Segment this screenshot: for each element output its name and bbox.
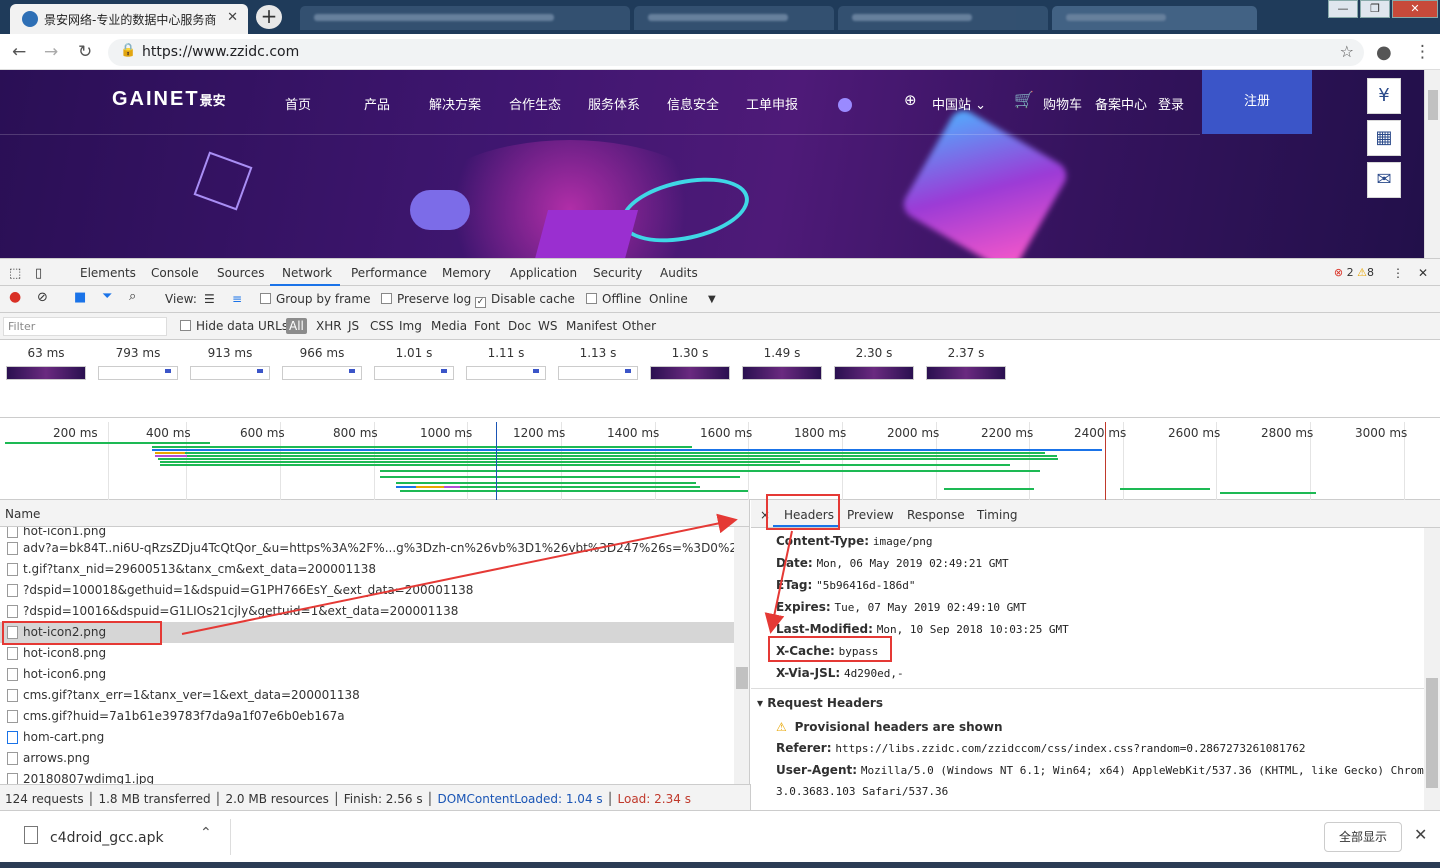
arrow-to-headers xyxy=(181,513,738,635)
annotation-arrows xyxy=(181,513,793,635)
arrow-to-x-cache xyxy=(764,530,793,634)
